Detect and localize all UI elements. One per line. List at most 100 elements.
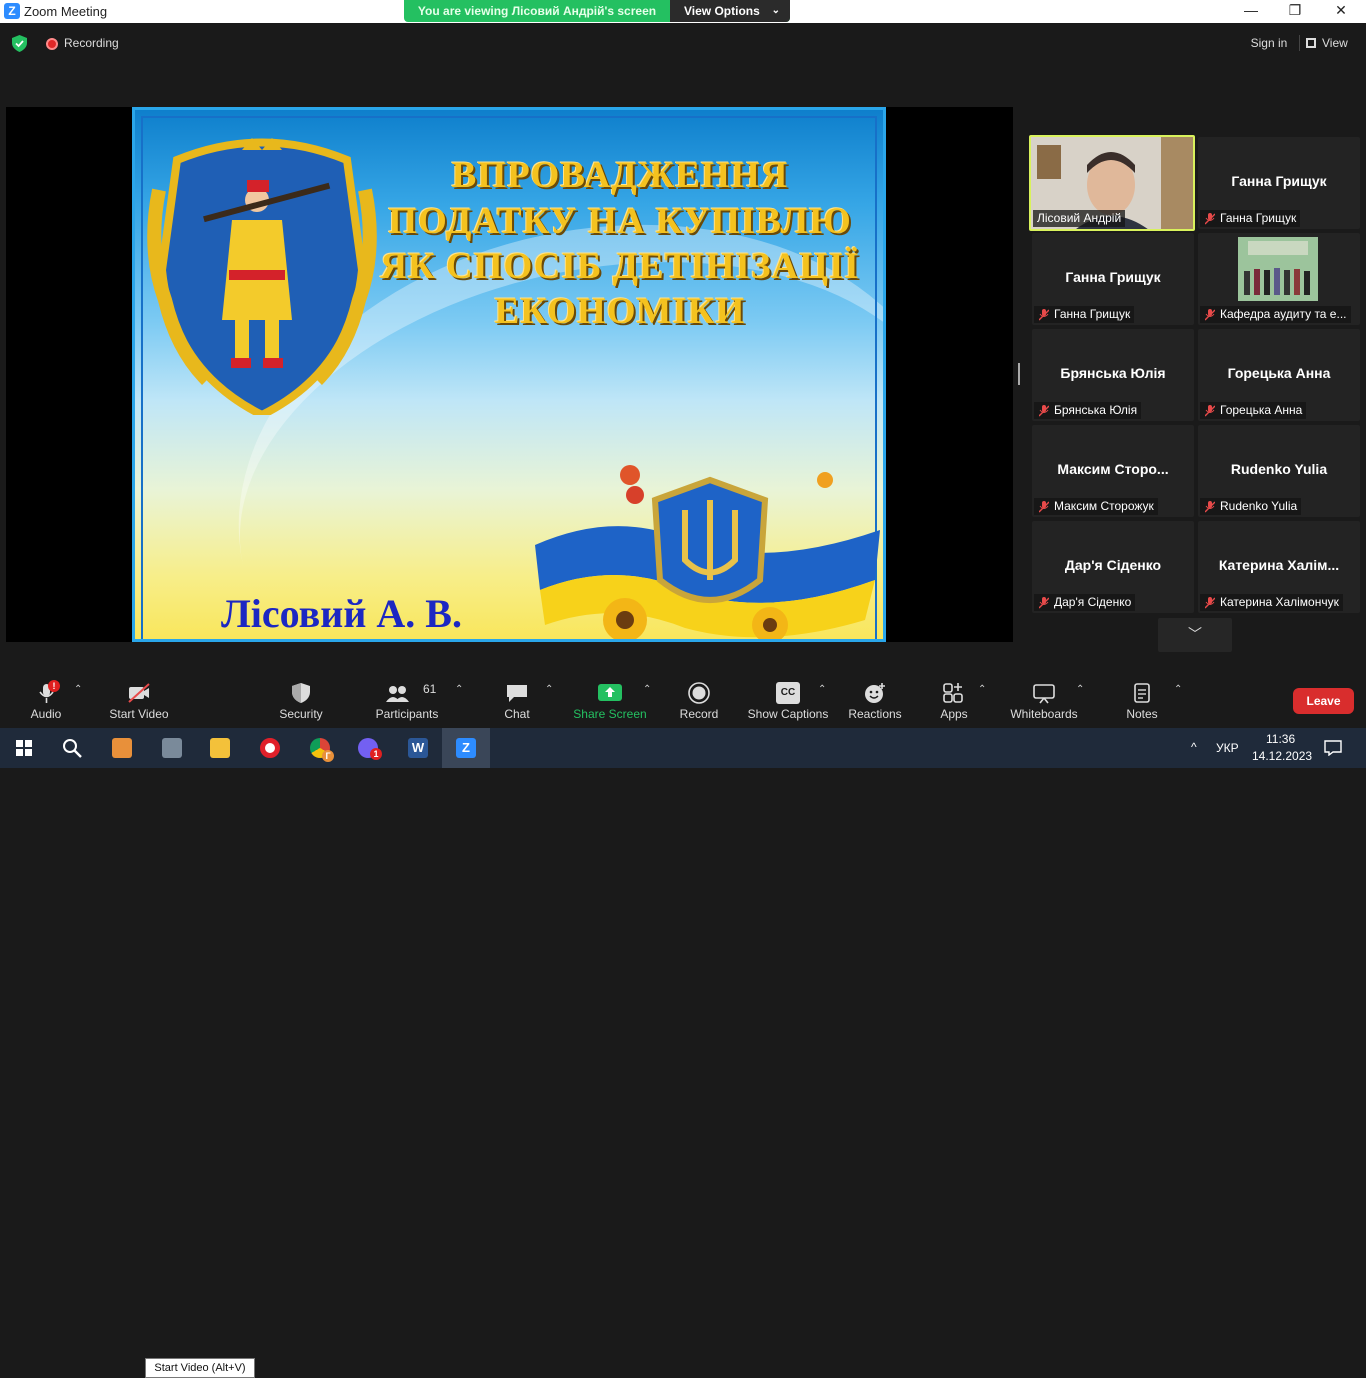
participant-name-text: Дар'я Сіденко bbox=[1054, 595, 1132, 609]
apps-options-caret[interactable]: ⌃ bbox=[978, 684, 988, 695]
view-options-label: View Options bbox=[684, 4, 760, 18]
mic-muted-icon bbox=[1205, 213, 1215, 225]
audio-button[interactable]: ! Audio bbox=[18, 672, 74, 728]
participant-display-name: Ганна Грищук bbox=[1231, 173, 1327, 189]
taskbar-calculator[interactable] bbox=[148, 728, 196, 768]
mic-muted-icon bbox=[1039, 309, 1049, 321]
mic-muted-icon bbox=[1205, 597, 1215, 609]
share-screen-options-caret[interactable]: ⌃ bbox=[643, 684, 653, 695]
shield-icon bbox=[292, 683, 310, 703]
audio-options-caret[interactable]: ⌃ bbox=[74, 684, 84, 695]
recording-label[interactable]: Recording bbox=[64, 36, 119, 50]
participants-icon bbox=[385, 686, 409, 702]
start-video-label: Start Video bbox=[109, 707, 169, 721]
participant-name-label: Максим Сторожук bbox=[1034, 498, 1158, 515]
record-button[interactable]: Record bbox=[674, 672, 724, 728]
minimize-button[interactable]: — bbox=[1228, 0, 1274, 23]
share-screen-button[interactable]: Share Screen bbox=[572, 672, 648, 728]
show-captions-label: Show Captions bbox=[747, 707, 829, 721]
participant-name-text: Максим Сторожук bbox=[1054, 499, 1154, 513]
show-captions-button[interactable]: CC Show Captions bbox=[746, 672, 830, 728]
notes-icon bbox=[1134, 683, 1150, 703]
participant-tile[interactable]: Кафедра аудиту та е... bbox=[1198, 233, 1360, 325]
word-icon: W bbox=[408, 738, 428, 758]
chat-options-caret[interactable]: ⌃ bbox=[545, 684, 555, 695]
windows-taskbar: Г 1 W Z ^ УКР 11:36 14.12.2023 bbox=[0, 728, 1366, 768]
start-video-button[interactable]: Start Video bbox=[96, 672, 182, 728]
captions-options-caret[interactable]: ⌃ bbox=[818, 684, 828, 695]
recording-icon bbox=[46, 38, 58, 50]
participant-tile[interactable]: Катерина Халім... Катерина Халімончук bbox=[1198, 521, 1360, 613]
sign-in-button[interactable]: Sign in bbox=[1243, 32, 1295, 54]
taskbar-file-explorer[interactable] bbox=[196, 728, 244, 768]
window-title: Zoom Meeting bbox=[24, 4, 108, 19]
participant-video-image bbox=[1238, 237, 1318, 301]
taskbar-media-player[interactable] bbox=[98, 728, 146, 768]
close-button[interactable]: ✕ bbox=[1318, 0, 1364, 23]
chrome-profile-badge: Г bbox=[322, 750, 334, 762]
clock-date[interactable]: 14.12.2023 bbox=[1252, 749, 1312, 763]
presentation-slide: ВПРОВАДЖЕННЯ ПОДАТКУ НА КУПІВЛЮ ЯК СПОСІ… bbox=[132, 107, 886, 642]
start-button[interactable] bbox=[0, 728, 48, 768]
windows-logo-icon bbox=[16, 740, 32, 756]
participant-tile[interactable]: Дар'я Сіденко Дар'я Сіденко bbox=[1032, 521, 1194, 613]
encryption-shield-icon[interactable] bbox=[12, 35, 27, 52]
viewing-banner-text: You are viewing Лісовий Андрій's screen bbox=[417, 4, 657, 18]
participant-tile[interactable]: Брянська Юлія Брянська Юлія bbox=[1032, 329, 1194, 421]
participants-button[interactable]: 61 Participants bbox=[372, 672, 442, 728]
apps-button[interactable]: Apps bbox=[934, 672, 974, 728]
grid-view-icon bbox=[1306, 38, 1316, 48]
mic-muted-icon bbox=[1205, 405, 1215, 417]
participant-name-text: Ганна Грищук bbox=[1220, 211, 1297, 225]
chat-label: Chat bbox=[504, 707, 530, 721]
notes-label: Notes bbox=[1126, 707, 1158, 721]
participant-name-label: Горецька Анна bbox=[1200, 402, 1307, 419]
taskbar-opera[interactable] bbox=[246, 728, 294, 768]
whiteboards-button[interactable]: Whiteboards bbox=[1006, 672, 1082, 728]
participant-tile[interactable]: Максим Сторо... Максим Сторожук bbox=[1032, 425, 1194, 517]
notes-button[interactable]: Notes bbox=[1120, 672, 1164, 728]
notes-options-caret[interactable]: ⌃ bbox=[1174, 684, 1184, 695]
gallery-scroll-down-button[interactable]: ﹀ bbox=[1158, 618, 1232, 652]
view-options-button[interactable]: View Options ⌄ bbox=[670, 0, 790, 22]
captions-icon: CC bbox=[776, 682, 800, 704]
clock-time[interactable]: 11:36 bbox=[1266, 732, 1295, 746]
participants-label: Participants bbox=[375, 707, 439, 721]
taskbar-search-button[interactable] bbox=[48, 728, 96, 768]
participant-tile[interactable]: Лісовий Андрій bbox=[1029, 135, 1195, 231]
view-button[interactable]: View bbox=[1306, 32, 1358, 54]
shared-screen-area[interactable]: ВПРОВАДЖЕННЯ ПОДАТКУ НА КУПІВЛЮ ЯК СПОСІ… bbox=[6, 107, 1013, 642]
language-indicator[interactable]: УКР bbox=[1216, 741, 1239, 755]
participant-tile[interactable]: Ганна Грищук Ганна Грищук bbox=[1198, 137, 1360, 229]
whiteboards-options-caret[interactable]: ⌃ bbox=[1076, 684, 1086, 695]
participant-name-text: Брянська Юлія bbox=[1054, 403, 1138, 417]
view-label: View bbox=[1322, 36, 1348, 50]
search-icon bbox=[63, 739, 82, 758]
chevron-down-icon: ﹀ bbox=[1188, 626, 1202, 642]
start-video-tooltip: Start Video (Alt+V) bbox=[145, 1358, 255, 1378]
chat-button[interactable]: Chat bbox=[494, 672, 540, 728]
window-titlebar: Z Zoom Meeting You are viewing Лісовий А… bbox=[0, 0, 1366, 23]
share-screen-label: Share Screen bbox=[573, 707, 647, 721]
taskbar-viber[interactable]: 1 bbox=[344, 728, 392, 768]
tray-show-hidden-icons[interactable]: ^ bbox=[1191, 740, 1197, 754]
participant-tile[interactable]: Rudenko Yulia Rudenko Yulia bbox=[1198, 425, 1360, 517]
security-button[interactable]: Security bbox=[270, 672, 332, 728]
taskbar-chrome[interactable]: Г bbox=[296, 728, 344, 768]
record-label: Record bbox=[679, 707, 719, 721]
leave-meeting-button[interactable]: Leave bbox=[1293, 688, 1354, 714]
gallery-resize-handle[interactable] bbox=[1018, 363, 1020, 385]
taskbar-zoom[interactable]: Z bbox=[442, 728, 490, 768]
notifications-icon[interactable] bbox=[1324, 740, 1342, 756]
participant-name-label: Ганна Грищук bbox=[1200, 210, 1301, 227]
reactions-button[interactable]: Reactions bbox=[846, 672, 904, 728]
participant-tile[interactable]: Ганна Грищук Ганна Грищук bbox=[1032, 233, 1194, 325]
participant-tile[interactable]: Горецька Анна Горецька Анна bbox=[1198, 329, 1360, 421]
calculator-icon bbox=[162, 738, 182, 758]
media-player-icon bbox=[112, 738, 132, 758]
taskbar-word[interactable]: W bbox=[394, 728, 442, 768]
participants-options-caret[interactable]: ⌃ bbox=[455, 684, 465, 695]
restore-button[interactable]: ❐ bbox=[1272, 0, 1318, 23]
divider bbox=[1299, 35, 1300, 51]
participant-name-label: Ганна Грищук bbox=[1034, 306, 1135, 323]
